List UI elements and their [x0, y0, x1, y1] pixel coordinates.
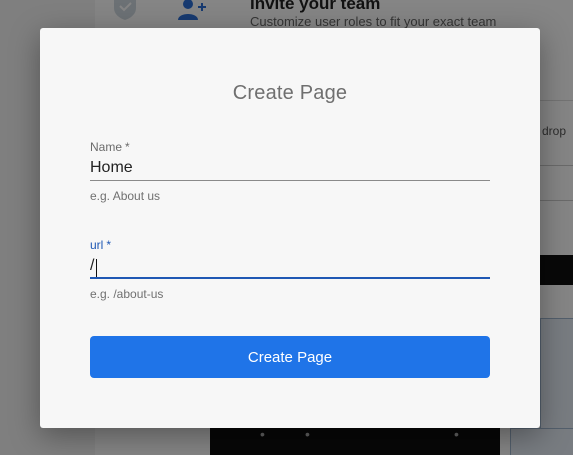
url-field: url* e.g. /about-us: [90, 238, 490, 301]
url-field-label: url *: [90, 238, 490, 252]
name-label-text: Name: [90, 140, 123, 154]
url-input-wrapper: [90, 254, 490, 279]
create-page-button[interactable]: Create Page: [90, 336, 490, 378]
name-field-label: Name *: [90, 140, 490, 154]
text-caret: [96, 259, 97, 277]
required-marker: *: [106, 238, 112, 252]
dialog-title: Create Page: [232, 82, 348, 104]
url-input[interactable]: [90, 254, 490, 279]
url-field-hint: e.g. /about-us: [90, 287, 164, 301]
name-field: Name* e.g. About us: [90, 140, 490, 203]
name-field-hint: e.g. About us: [90, 189, 161, 203]
required-marker: *: [125, 140, 130, 154]
name-input[interactable]: [90, 156, 490, 181]
url-label-text: url: [90, 238, 104, 252]
create-page-dialog: Create Page Name* e.g. About us url* e.g…: [40, 28, 540, 428]
